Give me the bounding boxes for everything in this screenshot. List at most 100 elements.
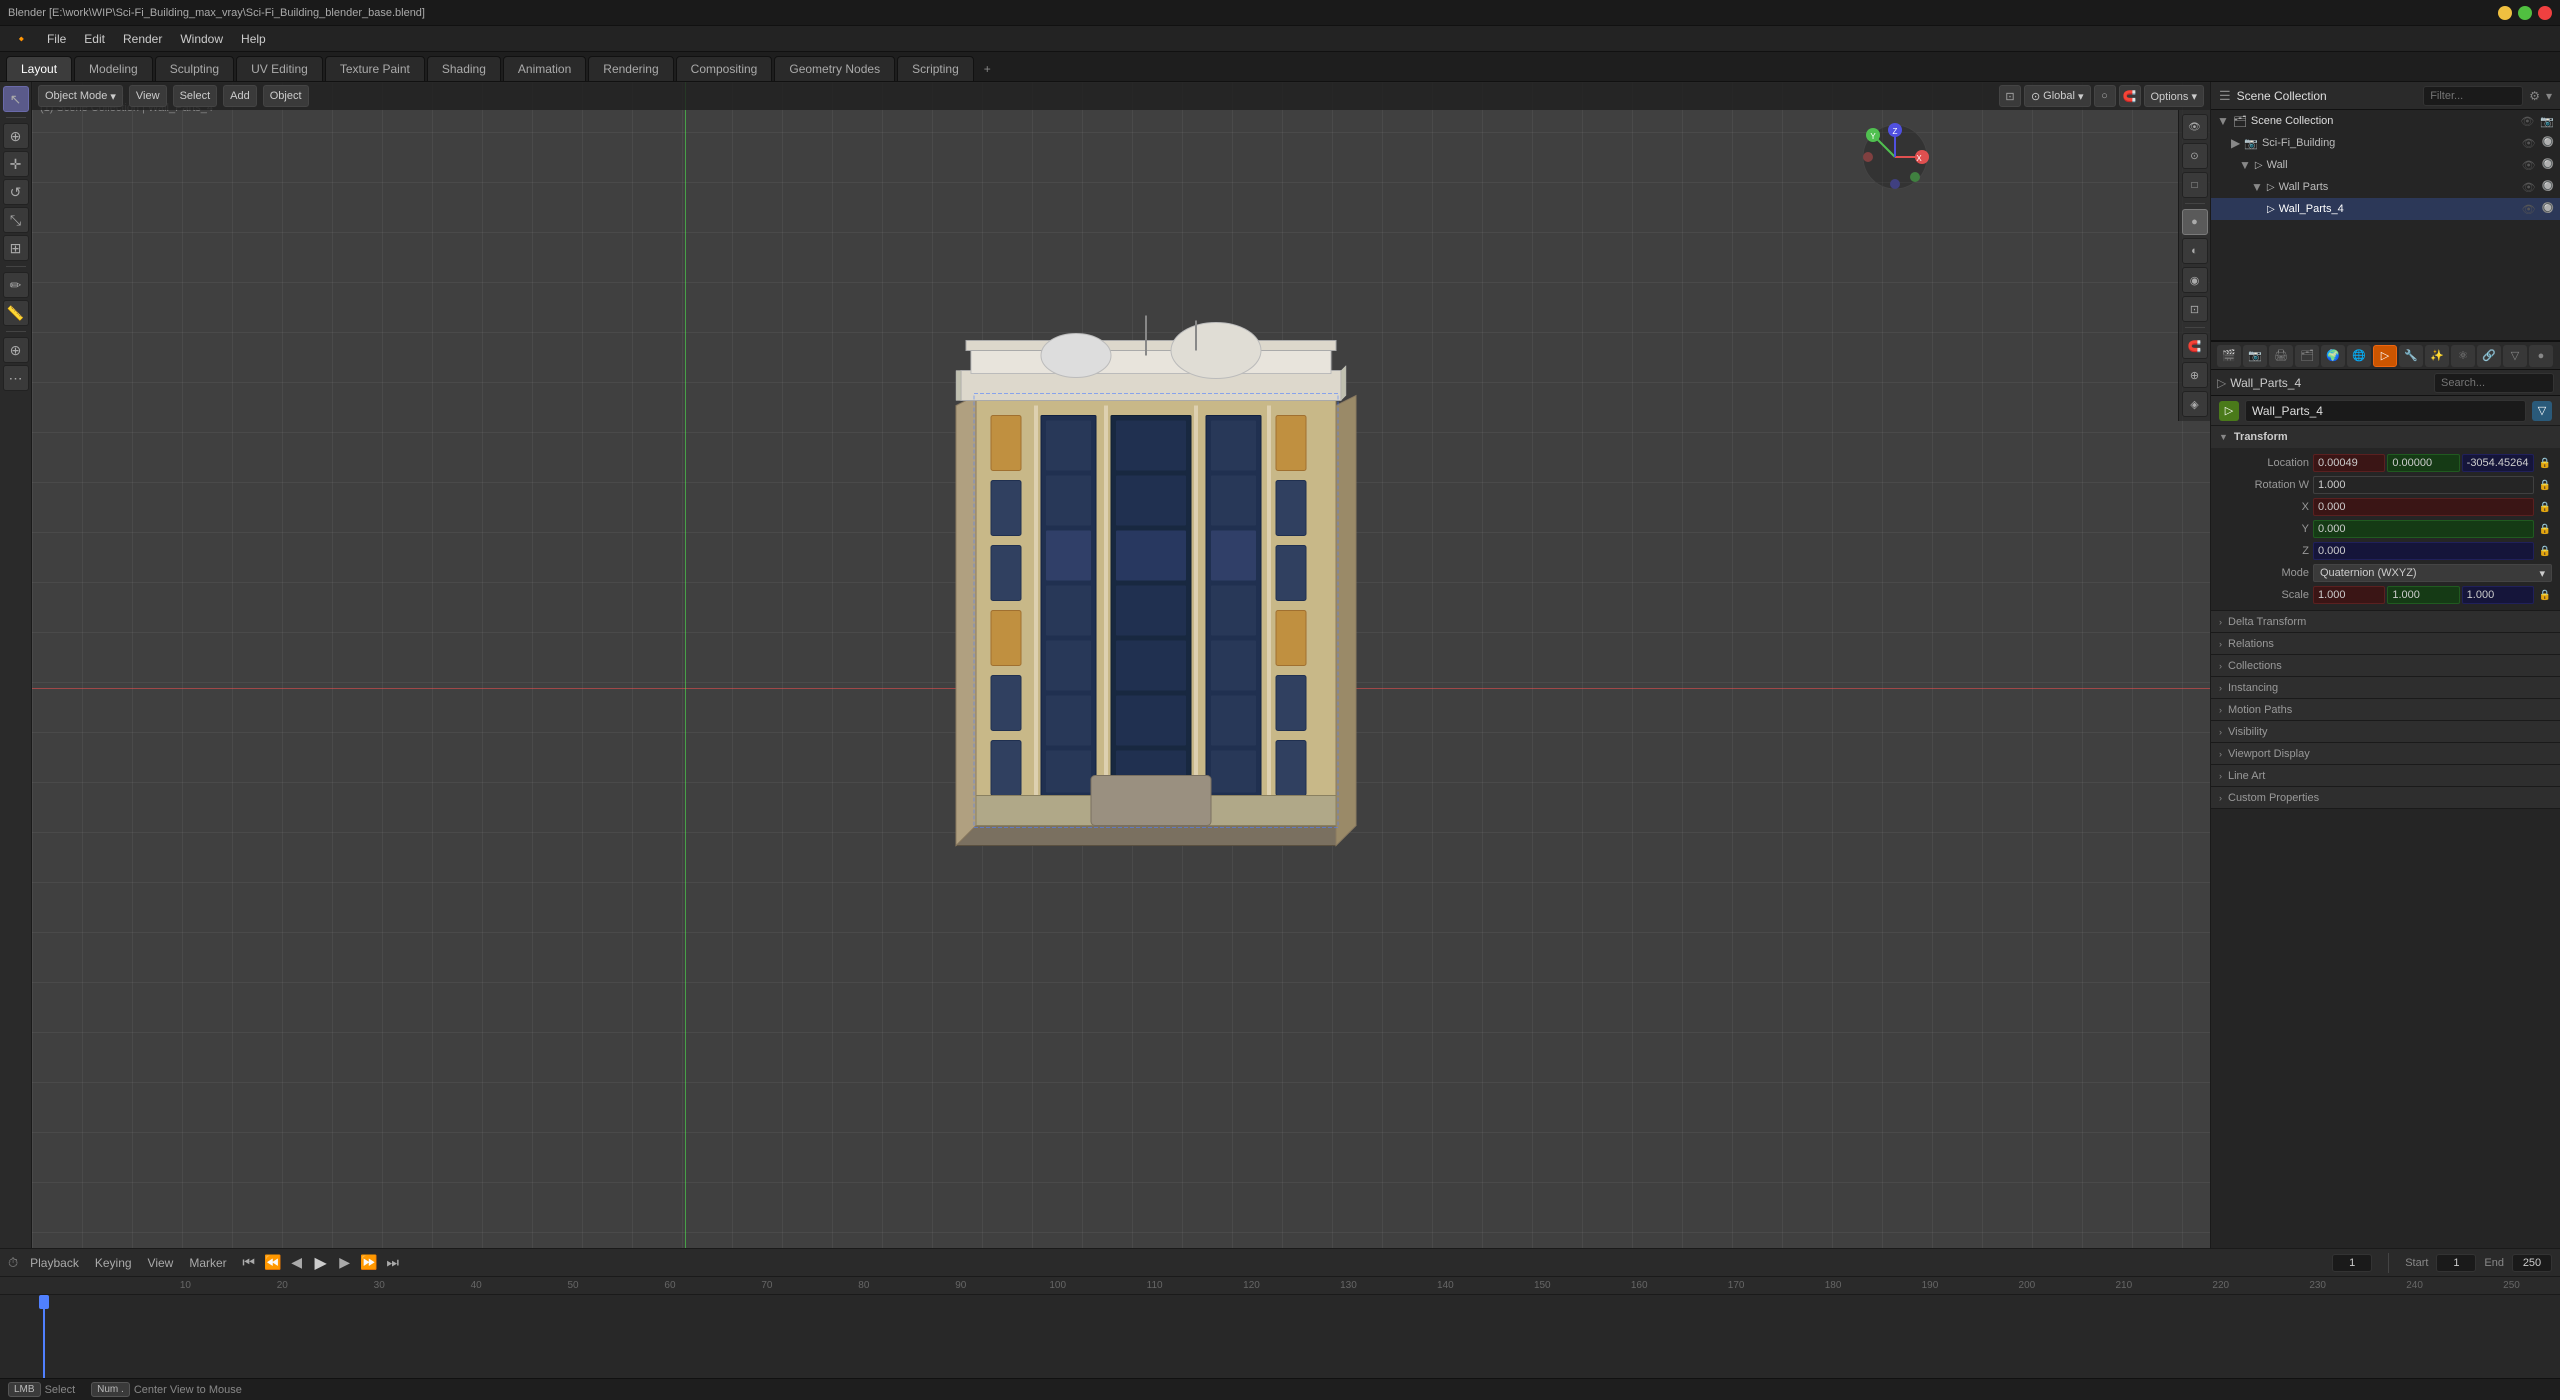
tab-texture-paint[interactable]: Texture Paint <box>325 56 425 81</box>
vp-solid-mode[interactable]: ● <box>2182 209 2208 235</box>
wall-parts-render-icon[interactable]: 🔘 <box>2542 181 2554 194</box>
tool-annotate[interactable]: ✏ <box>3 272 29 298</box>
rotation-x-field[interactable]: 0.000 <box>2313 498 2534 516</box>
line-art-section[interactable]: › Line Art <box>2211 765 2560 787</box>
start-frame-field[interactable]: 1 <box>2436 1254 2476 1272</box>
custom-properties-section[interactable]: › Custom Properties <box>2211 787 2560 809</box>
rotation-y-lock[interactable]: 🔒 <box>2538 520 2552 538</box>
tool-scale[interactable]: ⤡ <box>3 207 29 233</box>
delta-transform-section[interactable]: › Delta Transform <box>2211 611 2560 633</box>
outliner-options-btn[interactable]: ▾ <box>2546 89 2552 103</box>
minimize-btn[interactable] <box>2498 6 2512 20</box>
add-workspace-btn[interactable]: + <box>976 57 999 81</box>
options-dropdown[interactable]: Options ▾ <box>2144 85 2205 107</box>
prop-tab-modifier[interactable]: 🔧 <box>2399 345 2423 367</box>
motion-paths-section[interactable]: › Motion Paths <box>2211 699 2560 721</box>
location-lock-icon[interactable]: 🔒 <box>2538 454 2552 472</box>
transform-pivot-dropdown[interactable]: ⊙ Global ▾ <box>2024 85 2091 107</box>
frame-indicator-handle[interactable] <box>39 1295 49 1309</box>
scale-z-field[interactable]: 1.000 <box>2462 586 2534 604</box>
tab-uv-editing[interactable]: UV Editing <box>236 56 323 81</box>
snap-btn[interactable]: 🧲 <box>2119 85 2141 107</box>
timeline-keying-menu[interactable]: Keying <box>91 1254 136 1272</box>
outliner-item-wall-parts-4[interactable]: ▷ Wall_Parts_4 👁 🔘 <box>2211 198 2560 220</box>
menu-edit[interactable]: Edit <box>76 29 113 49</box>
location-y-field[interactable]: 0.00000 <box>2387 454 2459 472</box>
viewport-object-menu[interactable]: Object <box>263 85 309 107</box>
close-btn[interactable] <box>2538 6 2552 20</box>
timeline-marker-menu[interactable]: Marker <box>185 1254 230 1272</box>
wall-parts-4-eye-icon[interactable]: 👁 <box>2522 203 2536 216</box>
timeline-content-area[interactable] <box>0 1295 2560 1378</box>
prop-tab-object[interactable]: ▷ <box>2373 345 2397 367</box>
location-x-field[interactable]: 0.00049 <box>2313 454 2385 472</box>
rotation-x-lock[interactable]: 🔒 <box>2538 498 2552 516</box>
rotation-w-field[interactable]: 1.000 <box>2313 476 2534 494</box>
navigation-gizmo[interactable]: X Y Z <box>1860 122 1930 192</box>
tool-more[interactable]: ⋯ <box>3 365 29 391</box>
tool-measure[interactable]: 📏 <box>3 300 29 326</box>
outliner-filter-btn[interactable]: ⚙ <box>2529 89 2540 103</box>
vp-rendered-mode[interactable]: ◉ <box>2182 267 2208 293</box>
timeline-playback-menu[interactable]: Playback <box>26 1254 83 1272</box>
vp-overlay[interactable]: ⊙ <box>2182 143 2208 169</box>
vp-snap[interactable]: 🧲 <box>2182 333 2208 359</box>
rotation-mode-dropdown[interactable]: Quaternion (WXYZ) ▾ <box>2313 564 2552 582</box>
prop-tab-output[interactable]: 🖨 <box>2269 345 2293 367</box>
tab-geometry-nodes[interactable]: Geometry Nodes <box>774 56 895 81</box>
prev-frame-btn[interactable]: ◀ <box>287 1253 307 1273</box>
menu-file[interactable]: File <box>39 29 74 49</box>
menu-blender[interactable]: 🔸 <box>6 29 37 49</box>
scale-lock-icon[interactable]: 🔒 <box>2538 586 2552 604</box>
timeline-body[interactable]: 10 20 30 40 50 60 70 80 90 100 110 120 1… <box>0 1277 2560 1378</box>
object-name-field[interactable]: Wall_Parts_4 <box>2245 400 2526 422</box>
properties-search-input[interactable] <box>2434 373 2554 393</box>
next-keyframe-btn[interactable]: ⏩ <box>359 1253 379 1273</box>
tool-add[interactable]: ⊕ <box>3 337 29 363</box>
outliner-search-input[interactable] <box>2423 86 2523 106</box>
instancing-section[interactable]: › Instancing <box>2211 677 2560 699</box>
current-frame-display[interactable]: 1 <box>2332 1254 2372 1272</box>
rotation-z-lock[interactable]: 🔒 <box>2538 542 2552 560</box>
scene-col-render-icon[interactable]: 📷 <box>2540 115 2554 128</box>
tab-modeling[interactable]: Modeling <box>74 56 153 81</box>
prop-tab-render[interactable]: 📷 <box>2243 345 2267 367</box>
prop-tab-particles[interactable]: ✨ <box>2425 345 2449 367</box>
prop-tab-scene[interactable]: 🎬 <box>2217 345 2241 367</box>
vp-camera-perspective[interactable]: 👁 <box>2182 114 2208 140</box>
menu-help[interactable]: Help <box>233 29 274 49</box>
transform-section-header[interactable]: ▼ Transform <box>2211 426 2560 448</box>
prop-tab-material[interactable]: ● <box>2529 345 2553 367</box>
wall-parts-4-render-icon[interactable]: 🔘 <box>2542 203 2554 216</box>
rotation-z-field[interactable]: 0.000 <box>2313 542 2534 560</box>
vp-wireframe-mode[interactable]: ⊡ <box>2182 296 2208 322</box>
prop-tab-world[interactable]: 🌐 <box>2347 345 2371 367</box>
tab-animation[interactable]: Animation <box>503 56 586 81</box>
vp-xray[interactable]: □ <box>2182 172 2208 198</box>
tool-rotate[interactable]: ↺ <box>3 179 29 205</box>
tool-move[interactable]: ✛ <box>3 151 29 177</box>
menu-window[interactable]: Window <box>172 29 231 49</box>
prop-tab-scene2[interactable]: 🌍 <box>2321 345 2345 367</box>
rotation-y-field[interactable]: 0.000 <box>2313 520 2534 538</box>
outliner-item-wall-parts[interactable]: ▼ ▷ Wall Parts 👁 🔘 <box>2211 176 2560 198</box>
prop-tab-constraints[interactable]: 🔗 <box>2477 345 2501 367</box>
viewport-view-menu[interactable]: View <box>129 85 167 107</box>
maximize-btn[interactable] <box>2518 6 2532 20</box>
viewport-display-section[interactable]: › Viewport Display <box>2211 743 2560 765</box>
snap-magnet-btn[interactable]: ⊡ <box>1999 85 2021 107</box>
tool-transform[interactable]: ⊞ <box>3 235 29 261</box>
vp-material-mode[interactable]: ◐ <box>2182 238 2208 264</box>
wall-render-icon[interactable]: 🔘 <box>2542 159 2554 172</box>
jump-start-btn[interactable]: ⏮ <box>239 1253 259 1273</box>
tool-select[interactable]: ↖ <box>3 86 29 112</box>
viewport-add-menu[interactable]: Add <box>223 85 257 107</box>
prev-keyframe-btn[interactable]: ⏪ <box>263 1253 283 1273</box>
viewport-mode-dropdown[interactable]: Object Mode ▾ <box>38 85 123 107</box>
tab-rendering[interactable]: Rendering <box>588 56 673 81</box>
viewport-select-menu[interactable]: Select <box>173 85 218 107</box>
prop-tab-physics[interactable]: ⚛ <box>2451 345 2475 367</box>
relations-section[interactable]: › Relations <box>2211 633 2560 655</box>
wall-eye-icon[interactable]: 👁 <box>2522 159 2536 172</box>
scale-x-field[interactable]: 1.000 <box>2313 586 2385 604</box>
